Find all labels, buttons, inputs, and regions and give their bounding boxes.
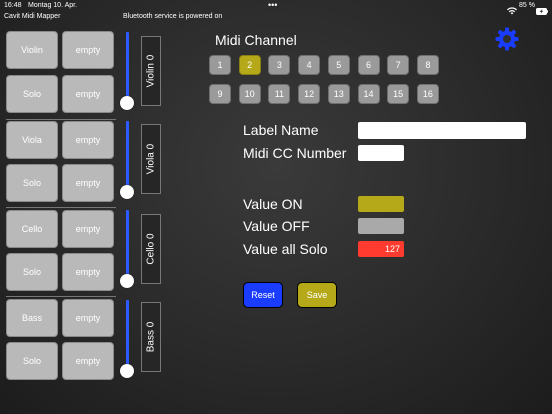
cc-button-viola[interactable]: empty — [62, 121, 114, 159]
midi-channel-button-8[interactable]: 8 — [416, 55, 439, 75]
slider-knob-bass[interactable] — [120, 364, 134, 378]
midi-channel-button-15[interactable]: 15 — [387, 84, 410, 104]
status-dots: ••• — [268, 0, 278, 10]
instrument-button-viola[interactable]: Viola — [6, 121, 58, 159]
slider-knob-viola[interactable] — [120, 185, 134, 199]
slider-track-cello[interactable] — [126, 210, 129, 281]
status-date: Montag 10. Apr. — [28, 2, 78, 9]
midi-channel-button-14[interactable]: 14 — [357, 84, 380, 104]
slider-value-box-cello: Cello 0 — [141, 214, 161, 284]
midi-cc-input[interactable] — [358, 145, 404, 161]
solo-cc-button-violin[interactable]: empty — [62, 75, 114, 113]
slider-value-violin: Violin 0 — [145, 54, 157, 88]
gear-icon[interactable] — [494, 26, 520, 52]
instrument-button-cello[interactable]: Cello — [6, 210, 58, 248]
app-name: Cavit Midi Mapper — [4, 13, 61, 20]
instrument-button-bass[interactable]: Bass — [6, 299, 58, 337]
midi-channel-button-6[interactable]: 6 — [357, 55, 380, 75]
wifi-icon — [507, 2, 517, 15]
label-name-input[interactable] — [358, 122, 526, 139]
value-off-label: Value OFF — [243, 218, 310, 234]
instrument-button-violin[interactable]: Violin — [6, 31, 58, 69]
midi-channel-button-10[interactable]: 10 — [238, 84, 261, 104]
slider-value-box-violin: Violin 0 — [141, 36, 161, 106]
battery-percent: 85 % — [519, 2, 535, 9]
solo-button-cello[interactable]: Solo — [6, 253, 58, 291]
cc-button-cello[interactable]: empty — [62, 210, 114, 248]
slider-track-violin[interactable] — [126, 32, 129, 103]
solo-cc-button-bass[interactable]: empty — [62, 342, 114, 380]
save-button[interactable]: Save — [297, 282, 337, 308]
group-divider — [6, 119, 116, 120]
midi-channel-button-12[interactable]: 12 — [298, 84, 321, 104]
value-all-solo-label: Value all Solo — [243, 241, 328, 257]
battery-icon — [536, 2, 548, 15]
midi-channel-button-16[interactable]: 16 — [416, 84, 439, 104]
solo-cc-button-viola[interactable]: empty — [62, 164, 114, 202]
midi-channel-title: Midi Channel — [215, 32, 297, 48]
slider-value-bass: Bass 0 — [145, 321, 157, 353]
slider-knob-violin[interactable] — [120, 96, 134, 110]
solo-button-viola[interactable]: Solo — [6, 164, 58, 202]
slider-knob-cello[interactable] — [120, 274, 134, 288]
slider-track-viola[interactable] — [126, 121, 129, 192]
solo-button-violin[interactable]: Solo — [6, 75, 58, 113]
solo-cc-button-cello[interactable]: empty — [62, 253, 114, 291]
slider-track-bass[interactable] — [126, 300, 129, 371]
midi-channel-button-3[interactable]: 3 — [268, 55, 291, 75]
value-off-color[interactable] — [358, 218, 404, 234]
reset-button[interactable]: Reset — [243, 282, 283, 308]
value-on-color[interactable] — [358, 196, 404, 212]
midi-channel-button-13[interactable]: 13 — [327, 84, 350, 104]
slider-value-box-bass: Bass 0 — [141, 302, 161, 372]
solo-button-bass[interactable]: Solo — [6, 342, 58, 380]
slider-value-viola: Viola 0 — [145, 143, 157, 175]
label-name-label: Label Name — [243, 122, 319, 138]
midi-channel-button-2[interactable]: 2 — [238, 55, 261, 75]
group-divider — [6, 296, 116, 297]
slider-value-box-viola: Viola 0 — [141, 124, 161, 194]
midi-channel-button-4[interactable]: 4 — [298, 55, 321, 75]
cc-button-violin[interactable]: empty — [62, 31, 114, 69]
value-on-label: Value ON — [243, 196, 303, 212]
value-all-solo-field[interactable]: 127 — [358, 241, 404, 257]
bluetooth-status: Bluetooth service is powered on — [123, 13, 223, 20]
midi-channel-button-1[interactable]: 1 — [209, 55, 231, 75]
status-time: 16:48 — [4, 2, 22, 9]
cc-button-bass[interactable]: empty — [62, 299, 114, 337]
group-divider — [6, 207, 116, 208]
slider-value-cello: Cello 0 — [145, 233, 157, 265]
midi-cc-label: Midi CC Number — [243, 145, 347, 161]
midi-channel-button-9[interactable]: 9 — [209, 84, 231, 104]
midi-channel-button-11[interactable]: 11 — [268, 84, 291, 104]
midi-channel-button-7[interactable]: 7 — [387, 55, 410, 75]
midi-channel-button-5[interactable]: 5 — [327, 55, 350, 75]
